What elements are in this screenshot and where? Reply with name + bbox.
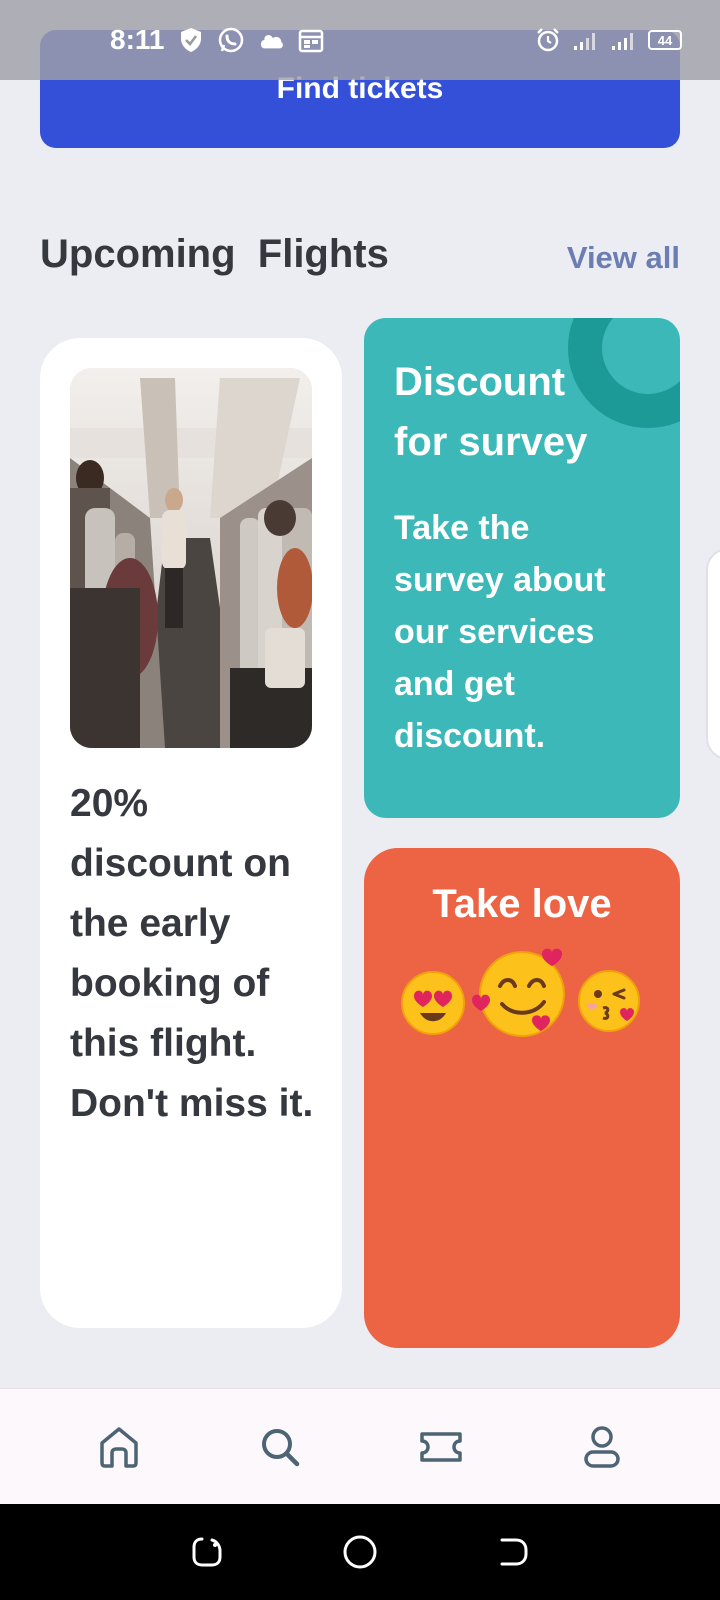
section-title: Upcoming Flights bbox=[40, 232, 389, 276]
promo-card[interactable]: 20% discount on the early booking of thi… bbox=[40, 338, 342, 1328]
calendar-icon bbox=[297, 26, 325, 54]
nav-tickets[interactable] bbox=[409, 1415, 473, 1479]
status-bar-left: 8:11 bbox=[110, 24, 325, 56]
survey-body: Take the survey about our services and g… bbox=[394, 509, 606, 755]
signal-icon bbox=[610, 26, 638, 54]
take-love-card[interactable]: Take love bbox=[364, 848, 680, 1348]
ticket-icon bbox=[419, 1431, 462, 1462]
status-time: 8:11 bbox=[110, 24, 165, 55]
survey-title: Discount for survey bbox=[394, 360, 588, 464]
emoji-row bbox=[400, 944, 650, 1044]
cloud-icon bbox=[257, 26, 285, 54]
battery-level: 44 bbox=[657, 32, 673, 48]
promo-text: 20% discount on the early booking of thi… bbox=[70, 782, 314, 1125]
take-love-title: Take love bbox=[432, 882, 612, 926]
status-bar-right: 44 bbox=[534, 26, 682, 54]
view-all-link[interactable]: View all bbox=[567, 240, 680, 276]
nav-profile[interactable] bbox=[570, 1415, 634, 1479]
whatsapp-icon bbox=[217, 26, 245, 54]
search-icon bbox=[261, 1428, 299, 1466]
edge-panel-handle[interactable] bbox=[706, 548, 720, 760]
status-bar: 8:11 44 bbox=[0, 0, 720, 80]
recents-button[interactable] bbox=[177, 1522, 237, 1582]
smiling-face-with-hearts-emoji bbox=[472, 948, 565, 1037]
back-button[interactable] bbox=[483, 1522, 543, 1582]
signal-icon bbox=[572, 26, 600, 54]
home-circle-icon bbox=[343, 1535, 377, 1569]
nav-search[interactable] bbox=[248, 1415, 312, 1479]
nav-home[interactable] bbox=[87, 1415, 151, 1479]
home-icon bbox=[99, 1426, 138, 1468]
heart-eyes-emoji bbox=[401, 971, 465, 1035]
profile-icon bbox=[583, 1425, 620, 1468]
airplane-cabin-photo bbox=[70, 368, 312, 748]
home-button[interactable] bbox=[330, 1522, 390, 1582]
bottom-navigation bbox=[0, 1388, 720, 1504]
screen: Find tickets 8:11 44 Upcoming Flights Vi… bbox=[0, 0, 720, 1600]
system-navigation-bar bbox=[0, 1504, 720, 1600]
back-icon bbox=[500, 1538, 528, 1566]
shield-check-icon bbox=[177, 26, 205, 54]
battery-icon: 44 bbox=[648, 30, 682, 50]
alarm-icon bbox=[534, 26, 562, 54]
recents-icon bbox=[192, 1537, 222, 1567]
survey-card[interactable]: Discount for survey Take the survey abou… bbox=[364, 318, 680, 818]
kissing-face-emoji bbox=[578, 970, 640, 1032]
